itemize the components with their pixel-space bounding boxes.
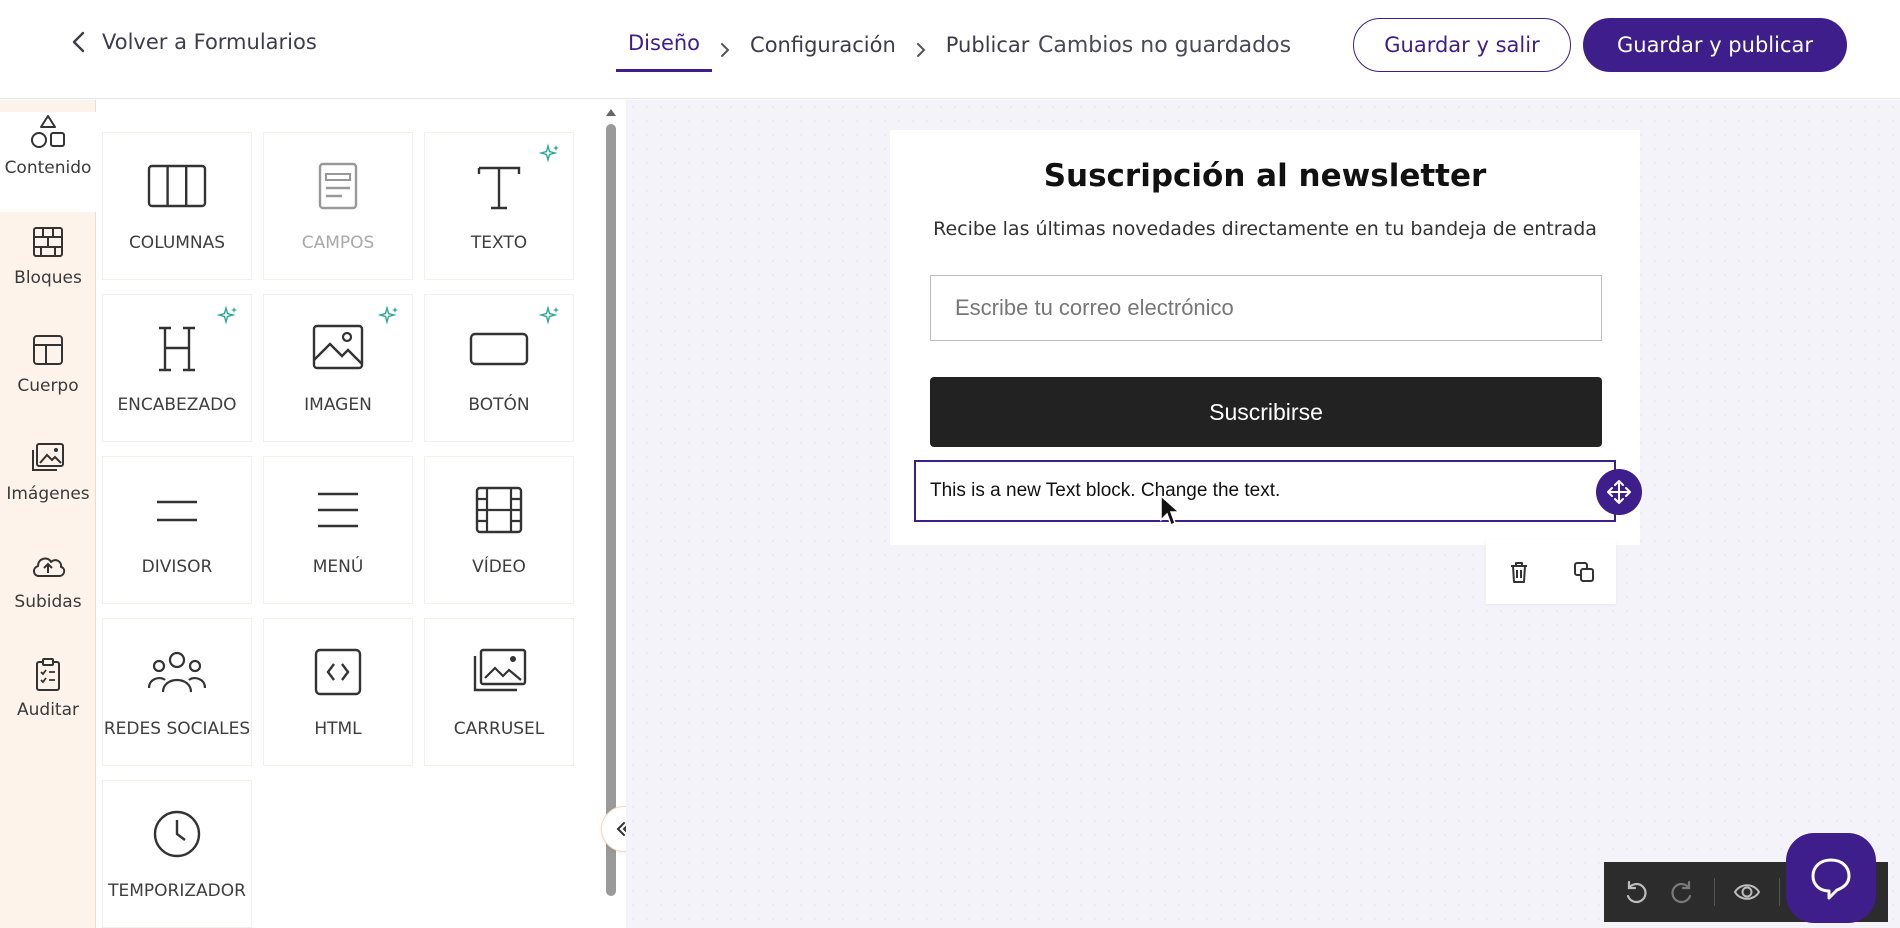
unsaved-status: Cambios no guardados: [1038, 33, 1292, 58]
divider-icon: [157, 500, 197, 522]
shapes-icon: [31, 115, 65, 148]
social-icon: [147, 651, 207, 693]
tile-texto[interactable]: TEXTO: [424, 132, 574, 280]
images-icon: [32, 443, 64, 471]
email-input[interactable]: [930, 275, 1602, 341]
preview-button[interactable]: [1733, 878, 1761, 906]
trash-icon: [1510, 562, 1527, 583]
chevron-right-icon: [908, 42, 934, 58]
sparkle-ai-icon: [539, 305, 559, 325]
save-exit-button[interactable]: Guardar y salir: [1353, 18, 1571, 72]
menu-icon: [318, 492, 358, 528]
delete-block-button[interactable]: [1506, 559, 1532, 585]
form-title[interactable]: Suscripción al newsletter: [890, 158, 1640, 194]
nav-item-contenido[interactable]: Contenido: [0, 112, 96, 212]
back-to-forms-link[interactable]: Volver a Formularios: [70, 30, 317, 54]
redo-icon: [1671, 880, 1692, 904]
tile-html[interactable]: HTML: [263, 618, 413, 766]
step-publicar[interactable]: Publicar: [934, 29, 1042, 71]
left-nav: Contenido Bloques Cuerpo Imágenes Subida…: [0, 100, 96, 928]
tile-campos[interactable]: CAMPOS: [263, 132, 413, 280]
button-icon: [469, 332, 529, 366]
nav-item-imagenes[interactable]: Imágenes: [0, 438, 96, 538]
move-block-handle[interactable]: [1596, 469, 1642, 515]
carousel-icon: [473, 648, 527, 692]
video-icon: [475, 486, 523, 534]
step-diseno[interactable]: Diseño: [616, 27, 713, 72]
nav-item-subidas[interactable]: Subidas: [0, 546, 96, 646]
toolbar-divider: [1779, 878, 1780, 906]
tile-imagen[interactable]: IMAGEN: [263, 294, 413, 442]
tile-menu[interactable]: MENÚ: [263, 456, 413, 604]
columns-icon: [147, 164, 207, 208]
nav-label: Bloques: [14, 268, 82, 288]
form-subtitle[interactable]: Recibe las últimas novedades directament…: [890, 218, 1640, 240]
step-nav: Diseño Configuración Publicar: [616, 27, 1041, 72]
move-arrows-icon: [1607, 480, 1631, 504]
nav-label: Imágenes: [6, 484, 90, 504]
layout-icon: [33, 335, 63, 365]
selected-text-block[interactable]: This is a new Text block. Change the tex…: [914, 460, 1616, 522]
tile-carrusel[interactable]: CARRUSEL: [424, 618, 574, 766]
sparkle-ai-icon: [539, 143, 559, 163]
scroll-up-icon: [606, 109, 616, 116]
newsletter-form: Suscripción al newsletter Recibe las últ…: [890, 130, 1640, 545]
back-label: Volver a Formularios: [102, 30, 317, 54]
html-icon: [314, 648, 362, 696]
duplicate-block-button[interactable]: [1571, 559, 1597, 585]
timer-icon: [153, 810, 201, 858]
undo-button[interactable]: [1622, 878, 1650, 906]
clipboard-check-icon: [36, 658, 60, 691]
mouse-cursor-icon: [1160, 494, 1181, 527]
support-chat-button[interactable]: [1786, 833, 1876, 923]
nav-label: Contenido: [4, 158, 92, 178]
panel-scroll-thumb[interactable]: [606, 124, 616, 896]
top-bar: Volver a Formularios Diseño Configuració…: [0, 0, 1900, 99]
sparkle-ai-icon: [217, 305, 237, 325]
chevron-right-icon: [712, 42, 738, 58]
tile-encabezado[interactable]: ENCABEZADO: [102, 294, 252, 442]
tile-columnas[interactable]: COLUMNAS: [102, 132, 252, 280]
text-icon: [477, 166, 521, 210]
toolbar-divider: [1714, 878, 1715, 906]
nav-item-cuerpo[interactable]: Cuerpo: [0, 330, 96, 430]
save-publish-button[interactable]: Guardar y publicar: [1583, 18, 1847, 72]
fields-icon: [318, 162, 358, 210]
image-icon: [312, 324, 364, 370]
tile-redes-sociales[interactable]: REDES SOCIALES: [102, 618, 252, 766]
nav-item-auditar[interactable]: Auditar: [0, 654, 96, 754]
chevron-left-icon: [72, 31, 85, 53]
heading-icon: [159, 326, 195, 372]
nav-label: Subidas: [14, 592, 82, 612]
tile-divisor[interactable]: DIVISOR: [102, 456, 252, 604]
sparkle-ai-icon: [378, 305, 398, 325]
chat-bubble-icon: [1811, 858, 1851, 900]
block-toolbar: [1486, 540, 1616, 604]
cloud-upload-icon: [33, 557, 66, 577]
subscribe-button[interactable]: Suscribirse: [930, 377, 1602, 447]
content-panel: COLUMNAS CAMPOS TEXTO ENCABEZADO IMAGEN …: [96, 100, 626, 928]
eye-icon: [1733, 884, 1761, 900]
nav-label: Auditar: [17, 700, 79, 720]
redo-button[interactable]: [1668, 878, 1696, 906]
tile-video[interactable]: VÍDEO: [424, 456, 574, 604]
tile-boton[interactable]: BOTÓN: [424, 294, 574, 442]
duplicate-icon: [1573, 562, 1594, 582]
tile-temporizador[interactable]: TEMPORIZADOR: [102, 780, 252, 928]
step-configuracion[interactable]: Configuración: [738, 29, 908, 71]
undo-icon: [1626, 880, 1647, 904]
nav-label: Cuerpo: [17, 376, 79, 396]
nav-item-bloques[interactable]: Bloques: [0, 222, 96, 322]
bricks-icon: [33, 227, 63, 257]
